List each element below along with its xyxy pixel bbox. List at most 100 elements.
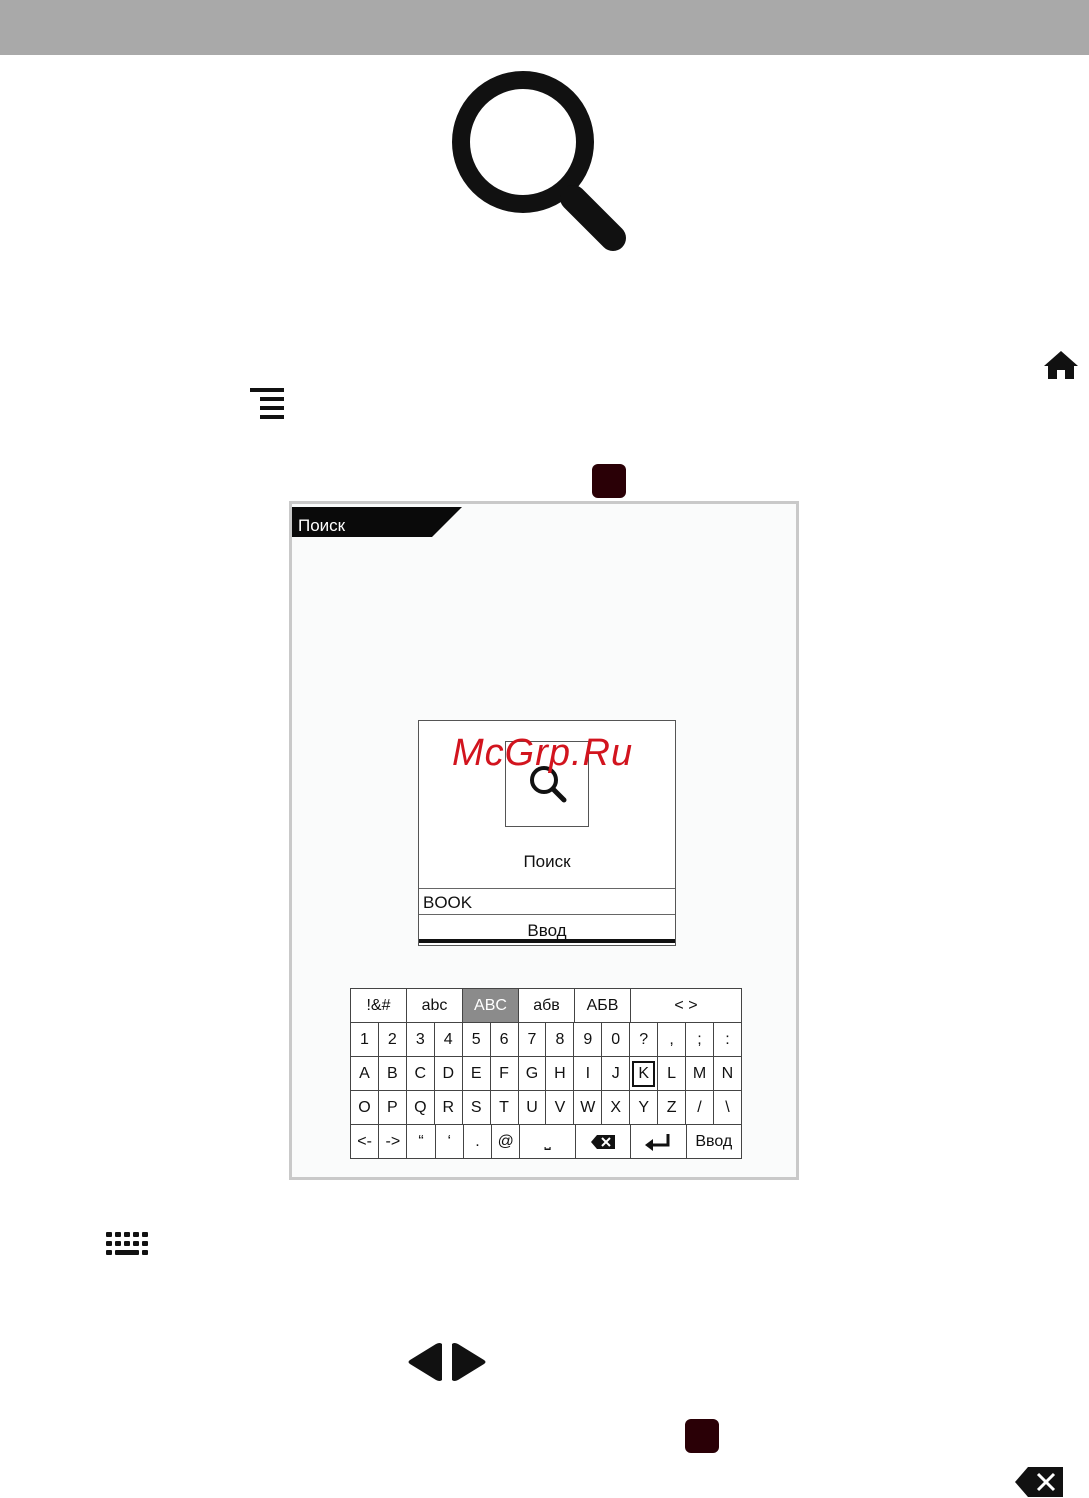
key[interactable]: Ввод bbox=[685, 1125, 741, 1158]
key[interactable]: R bbox=[433, 1091, 462, 1124]
key[interactable]: N bbox=[712, 1057, 741, 1090]
key[interactable]: I bbox=[573, 1057, 601, 1090]
ok-button-icon bbox=[592, 464, 626, 498]
key-label: 3 bbox=[415, 1030, 425, 1048]
key-label: X bbox=[610, 1098, 622, 1116]
key[interactable]: 8 bbox=[545, 1023, 573, 1056]
key[interactable]: Q bbox=[405, 1091, 434, 1124]
key[interactable]: ? bbox=[629, 1023, 657, 1056]
key[interactable]: -> bbox=[378, 1125, 406, 1158]
key[interactable]: F bbox=[489, 1057, 518, 1090]
key-label: 9 bbox=[583, 1030, 593, 1048]
key[interactable]: V bbox=[545, 1091, 573, 1124]
key[interactable]: / bbox=[685, 1091, 713, 1124]
key[interactable]: 9 bbox=[573, 1023, 601, 1056]
left-arrow-icon bbox=[408, 1343, 442, 1381]
search-input[interactable]: BOOK bbox=[419, 888, 675, 915]
key[interactable]: S bbox=[461, 1091, 490, 1124]
key-label: J bbox=[611, 1064, 620, 1082]
menu-icon bbox=[250, 388, 284, 419]
left-right-arrows-icon bbox=[408, 1343, 486, 1381]
key-label: M bbox=[692, 1064, 707, 1082]
key-label: 6 bbox=[499, 1030, 509, 1048]
key[interactable]: G bbox=[517, 1057, 546, 1090]
key-label: Y bbox=[638, 1098, 650, 1116]
key[interactable]: K bbox=[629, 1057, 657, 1090]
key[interactable]: АБВ bbox=[574, 989, 630, 1022]
key[interactable]: !&# bbox=[351, 989, 406, 1022]
key[interactable]: 1 bbox=[351, 1023, 378, 1056]
device-screen: Поиск Поиск BOOK Ввод McGrp.Ru !&# abc ABC… bbox=[289, 501, 799, 1180]
key[interactable]: 5 bbox=[461, 1023, 490, 1056]
header-bar bbox=[0, 0, 1089, 55]
key-label: 4 bbox=[443, 1030, 453, 1048]
keyboard-row: 1 2 3 4 5 6 7 8 9 0?,;: bbox=[351, 1022, 741, 1056]
watermark: McGrp.Ru bbox=[452, 732, 634, 774]
key-label: , bbox=[669, 1030, 674, 1048]
key[interactable]: , bbox=[657, 1023, 685, 1056]
key[interactable]: 4 bbox=[433, 1023, 462, 1056]
key-label: абв bbox=[533, 996, 560, 1014]
key[interactable]: D bbox=[433, 1057, 462, 1090]
keyboard-row: ABCDEFGH I JKLMN bbox=[351, 1056, 741, 1090]
key-label: -> bbox=[385, 1132, 401, 1150]
key[interactable]: 6 bbox=[489, 1023, 518, 1056]
key[interactable]: Y bbox=[629, 1091, 657, 1124]
key[interactable]: 3 bbox=[405, 1023, 434, 1056]
key-label: P bbox=[387, 1098, 398, 1116]
key[interactable]: M bbox=[685, 1057, 713, 1090]
key[interactable]: ⎵ bbox=[519, 1125, 574, 1158]
key[interactable]: “ bbox=[406, 1125, 434, 1158]
key-label: ABC bbox=[474, 996, 507, 1014]
key-label: I bbox=[585, 1064, 591, 1082]
enter-button[interactable]: Ввод bbox=[419, 916, 675, 943]
key-label: O bbox=[358, 1098, 371, 1116]
enter-key[interactable] bbox=[630, 1125, 685, 1158]
key-label: \ bbox=[725, 1098, 730, 1116]
right-arrow-icon bbox=[452, 1343, 486, 1381]
key[interactable]: : bbox=[712, 1023, 741, 1056]
key-label: ? bbox=[639, 1030, 649, 1048]
key[interactable]: J bbox=[601, 1057, 629, 1090]
key[interactable]: P bbox=[377, 1091, 406, 1124]
key[interactable]: X bbox=[601, 1091, 629, 1124]
key[interactable]: ; bbox=[685, 1023, 713, 1056]
key-label: abc bbox=[421, 996, 448, 1014]
backspace-key[interactable] bbox=[574, 1125, 630, 1158]
key[interactable]: O bbox=[351, 1091, 378, 1124]
key[interactable]: 0 bbox=[601, 1023, 629, 1056]
key[interactable]: Z bbox=[657, 1091, 685, 1124]
key[interactable]: H bbox=[545, 1057, 573, 1090]
key-label: V bbox=[554, 1098, 566, 1116]
backspace-icon bbox=[1015, 1467, 1063, 1497]
key[interactable]: 2 bbox=[377, 1023, 406, 1056]
key[interactable]: A bbox=[351, 1057, 378, 1090]
key[interactable]: W bbox=[573, 1091, 601, 1124]
key-label: K bbox=[632, 1060, 656, 1087]
home-icon bbox=[1044, 351, 1078, 379]
key-label: @ bbox=[497, 1132, 514, 1150]
key[interactable]: . bbox=[462, 1125, 491, 1158]
key[interactable]: abc bbox=[406, 989, 462, 1022]
key[interactable]: T bbox=[489, 1091, 518, 1124]
key[interactable]: <- bbox=[351, 1125, 378, 1158]
key[interactable]: 7 bbox=[517, 1023, 546, 1056]
key-label: S bbox=[470, 1098, 482, 1116]
key[interactable]: C bbox=[405, 1057, 434, 1090]
key[interactable]: U bbox=[517, 1091, 546, 1124]
key[interactable]: < > bbox=[630, 989, 741, 1022]
key[interactable]: B bbox=[377, 1057, 406, 1090]
key-label: “ bbox=[418, 1132, 424, 1150]
key[interactable]: L bbox=[657, 1057, 685, 1090]
key-label: 0 bbox=[611, 1030, 621, 1048]
key-label: < > bbox=[674, 996, 698, 1014]
key[interactable]: абв bbox=[518, 989, 574, 1022]
key[interactable]: \ bbox=[712, 1091, 741, 1124]
ok-button-icon bbox=[685, 1419, 719, 1453]
key[interactable]: ABC bbox=[462, 989, 518, 1022]
key-label: H bbox=[554, 1064, 566, 1082]
key-label: Ввод bbox=[695, 1132, 733, 1150]
key[interactable]: @ bbox=[491, 1125, 519, 1158]
key[interactable]: ‘ bbox=[434, 1125, 463, 1158]
key[interactable]: E bbox=[461, 1057, 490, 1090]
